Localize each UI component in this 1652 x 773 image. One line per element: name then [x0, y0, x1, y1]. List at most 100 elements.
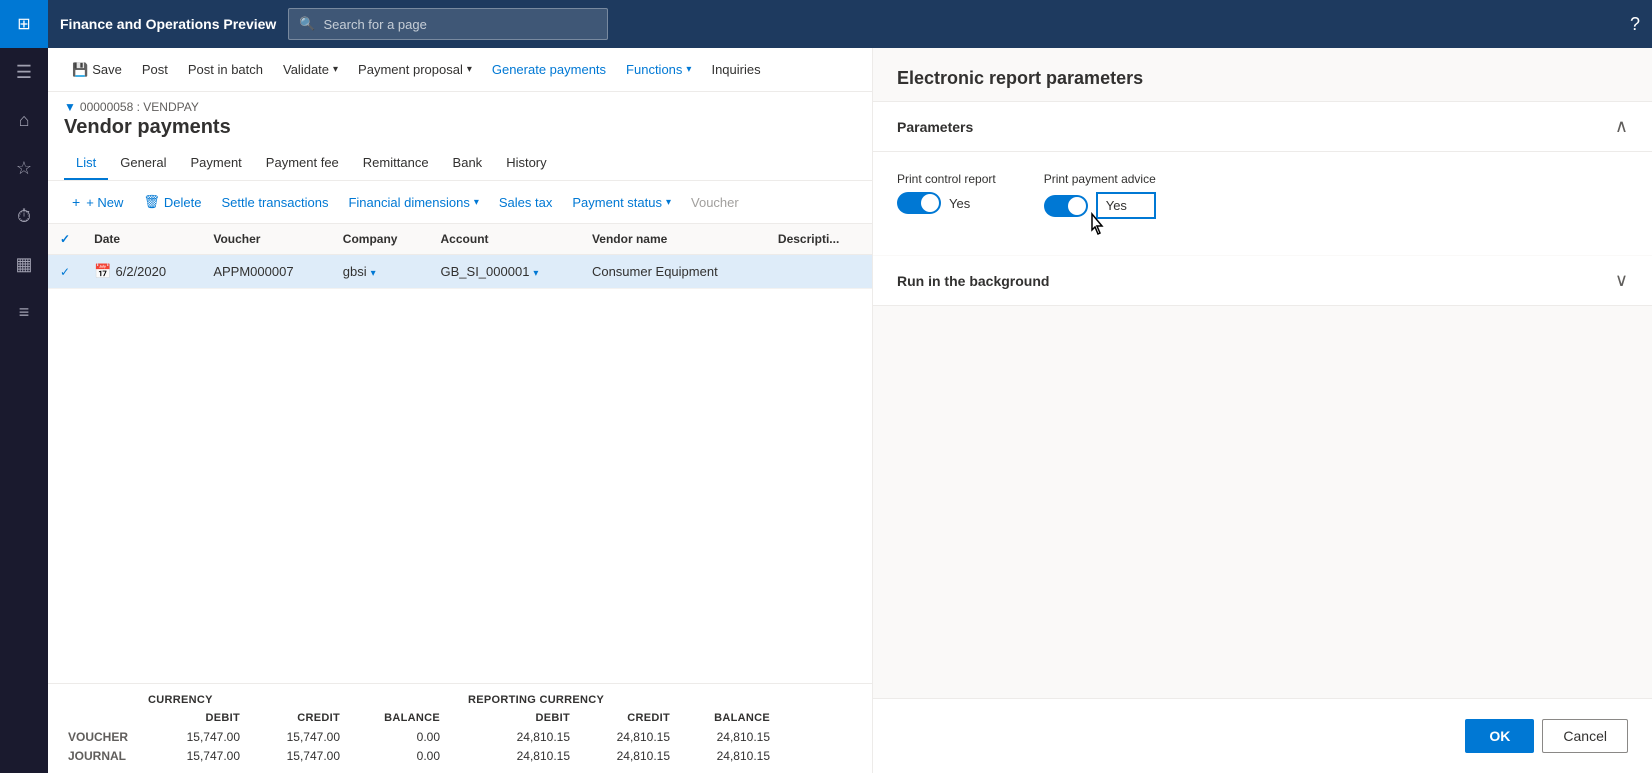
tab-list[interactable]: List: [64, 147, 108, 180]
row-select[interactable]: ✓: [48, 255, 82, 289]
sales-tax-button[interactable]: Sales tax: [491, 190, 560, 215]
journal-rep-credit: 24,810.15: [574, 747, 674, 765]
journal-rep-balance: 24,810.15: [674, 747, 774, 765]
post-button[interactable]: Post: [134, 56, 176, 83]
select-all-header[interactable]: ✓: [48, 224, 82, 255]
tab-payment[interactable]: Payment: [178, 147, 253, 180]
company-dropdown-icon[interactable]: ▾: [371, 268, 376, 279]
save-button[interactable]: 💾 Save: [64, 56, 130, 84]
debit-header: DEBIT: [144, 710, 244, 726]
col-header-account: Account: [429, 224, 580, 255]
inquiries-button[interactable]: Inquiries: [703, 56, 768, 83]
print-payment-advice-input[interactable]: [1096, 192, 1156, 219]
right-panel: Electronic report parameters Parameters …: [872, 48, 1652, 773]
cancel-button[interactable]: Cancel: [1542, 719, 1628, 753]
journal-debit: 15,747.00: [144, 747, 244, 765]
grid-icon: ⊞: [17, 14, 30, 34]
payment-proposal-button[interactable]: Payment proposal ▾: [350, 56, 480, 83]
sidebar-item-workspaces[interactable]: ▦: [0, 240, 48, 288]
tab-history[interactable]: History: [494, 147, 558, 180]
col-header-company: Company: [331, 224, 429, 255]
journal-row-label: JOURNAL: [64, 747, 144, 765]
print-payment-advice-value-row: [1044, 192, 1156, 219]
print-payment-toggle[interactable]: [1044, 195, 1088, 217]
table-container: ✓ Date Voucher Company Account Vendor na…: [48, 224, 872, 683]
table-row[interactable]: ✓ 📅6/2/2020 APPM000007 gbsi▾ GB_SI_00000…: [48, 255, 872, 289]
journal-credit: 15,747.00: [244, 747, 344, 765]
sidebar-item-modules[interactable]: ≡: [0, 288, 48, 336]
cell-vendor-name: Consumer Equipment: [580, 255, 766, 289]
print-payment-advice-field: Print payment advice: [1044, 172, 1156, 219]
footer-totals: CURRENCY REPORTING CURRENCY DEBIT CREDIT…: [48, 683, 872, 773]
page-header: ▼ 00000058 : VENDPAY Vendor payments: [48, 92, 872, 147]
post-batch-button[interactable]: Post in batch: [180, 56, 271, 83]
form-row-toggles: Print control report Yes Print payment a…: [897, 172, 1628, 219]
sidebar-item-hamburger[interactable]: ☰: [0, 48, 48, 96]
search-placeholder: Search for a page: [323, 17, 426, 32]
sidebar-item-favorites[interactable]: ☆: [0, 144, 48, 192]
cell-account: GB_SI_000001▾: [429, 255, 580, 289]
functions-button[interactable]: Functions ▾: [618, 56, 699, 83]
functions-chevron: ▾: [686, 64, 691, 75]
print-control-toggle[interactable]: [897, 192, 941, 214]
validate-button[interactable]: Validate ▾: [275, 56, 346, 83]
left-sidebar: ⊞ ☰ ⌂ ☆ ⏱ ▦ ≡: [0, 0, 48, 773]
cell-voucher: APPM000007: [201, 255, 330, 289]
table-toolbar: + + New 🗑 Delete Settle transactions Fin…: [48, 181, 872, 224]
parameters-collapse-icon: ∧: [1615, 116, 1628, 137]
voucher-debit: 15,747.00: [144, 728, 244, 746]
main-area: Finance and Operations Preview 🔍 Search …: [48, 0, 1652, 773]
credit-header: CREDIT: [244, 710, 344, 726]
new-button[interactable]: + + New: [64, 189, 131, 215]
page-title: Vendor payments: [64, 116, 856, 139]
cell-date: 📅6/2/2020: [82, 255, 201, 289]
panel-title: Electronic report parameters: [897, 68, 1143, 89]
sidebar-item-recent[interactable]: ⏱: [0, 192, 48, 240]
col-header-reporting-currency: REPORTING CURRENCY: [464, 692, 774, 708]
cell-company: gbsi▾: [331, 255, 429, 289]
col-header-date: Date: [82, 224, 201, 255]
parameters-section: Parameters ∧ Print control report Yes: [873, 102, 1652, 255]
help-icon[interactable]: ?: [1630, 14, 1640, 35]
financial-dim-chevron: ▾: [474, 197, 479, 208]
sidebar-item-home[interactable]: ⌂: [0, 96, 48, 144]
tab-remittance[interactable]: Remittance: [351, 147, 441, 180]
voucher-button[interactable]: Voucher: [683, 190, 747, 215]
journal-rep-debit: 24,810.15: [464, 747, 574, 765]
page-content: 💾 Save Post Post in batch Validate ▾ Pay…: [48, 48, 872, 773]
search-icon: 🔍: [299, 16, 315, 32]
financial-dimensions-button[interactable]: Financial dimensions ▾: [340, 190, 486, 215]
app-icon[interactable]: ⊞: [0, 0, 48, 48]
tab-payment-fee[interactable]: Payment fee: [254, 147, 351, 180]
voucher-rep-balance: 24,810.15: [674, 728, 774, 746]
panel-footer: OK Cancel: [873, 698, 1652, 773]
col-header-description: Descripti...: [766, 224, 872, 255]
run-bg-section-title: Run in the background: [897, 273, 1049, 289]
voucher-row-label: VOUCHER: [64, 728, 144, 746]
tabs: List General Payment Payment fee Remitta…: [48, 147, 872, 181]
print-control-value: Yes: [949, 196, 970, 211]
print-control-report-field: Print control report Yes: [897, 172, 996, 219]
account-dropdown-icon[interactable]: ▾: [533, 268, 538, 279]
generate-payments-button[interactable]: Generate payments: [484, 56, 614, 83]
run-in-background-section: Run in the background ∨: [873, 256, 1652, 306]
app-title: Finance and Operations Preview: [60, 16, 276, 32]
data-table: ✓ Date Voucher Company Account Vendor na…: [48, 224, 872, 289]
tab-bank[interactable]: Bank: [441, 147, 495, 180]
run-bg-expand-icon: ∨: [1615, 270, 1628, 291]
delete-button[interactable]: 🗑 Delete: [135, 189, 209, 215]
payment-status-button[interactable]: Payment status ▾: [564, 190, 679, 215]
settle-transactions-button[interactable]: Settle transactions: [214, 190, 337, 215]
parameters-section-header[interactable]: Parameters ∧: [873, 102, 1652, 152]
search-box[interactable]: 🔍 Search for a page: [288, 8, 608, 40]
print-control-report-label: Print control report: [897, 172, 996, 186]
ok-button[interactable]: OK: [1465, 719, 1534, 753]
calendar-icon: 📅: [94, 263, 111, 279]
tab-general[interactable]: General: [108, 147, 178, 180]
col-header-currency: CURRENCY: [144, 692, 444, 708]
voucher-balance: 0.00: [344, 728, 444, 746]
run-bg-section-header[interactable]: Run in the background ∨: [873, 256, 1652, 306]
top-bar: Finance and Operations Preview 🔍 Search …: [48, 0, 1652, 48]
journal-balance: 0.00: [344, 747, 444, 765]
rep-debit-header: DEBIT: [464, 710, 574, 726]
